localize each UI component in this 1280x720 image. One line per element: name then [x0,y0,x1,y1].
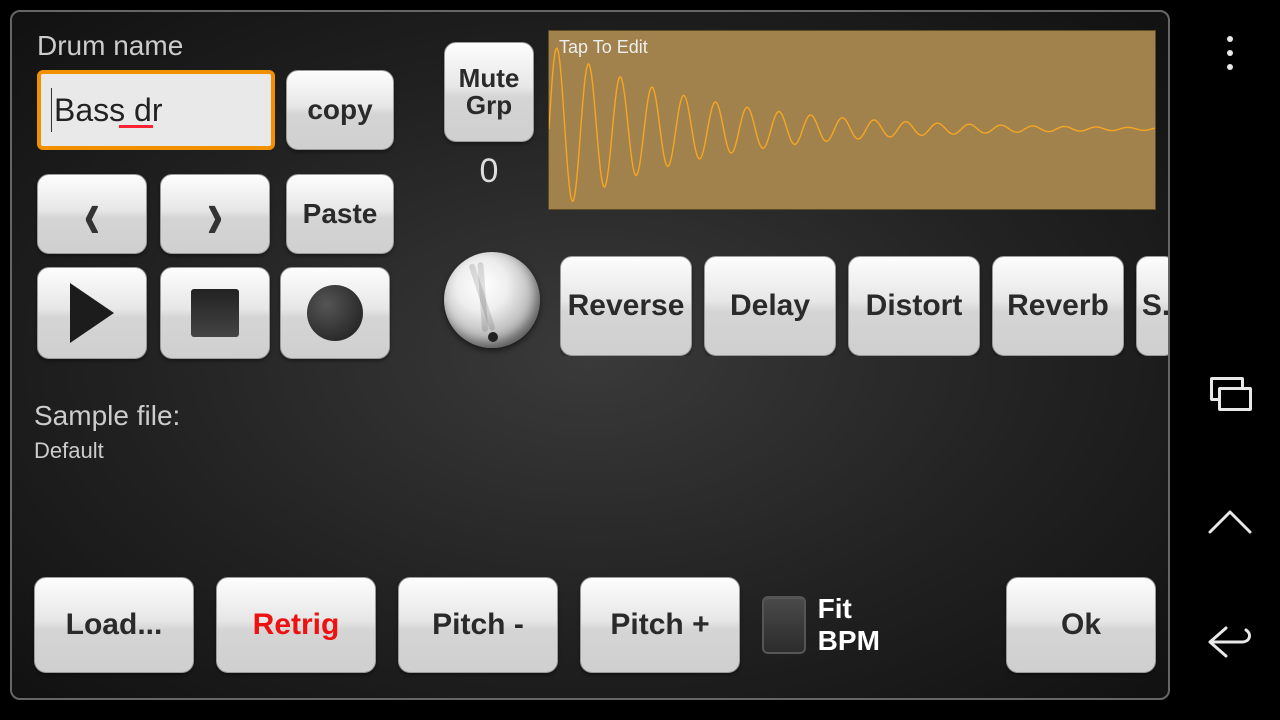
fx-reverse-button[interactable]: Reverse [560,256,692,356]
waveform-display[interactable]: Tap To Edit [548,30,1156,210]
sample-file-value: Default [34,438,104,464]
recents-button[interactable] [1207,370,1253,416]
back-button[interactable] [1206,624,1254,660]
fx-row: Reverse Delay Distort Reverb S. [560,256,1168,356]
fit-bpm-label: Fit BPM [818,593,895,657]
load-button[interactable]: Load... [34,577,194,673]
mute-group-button[interactable]: Mute Grp [444,42,534,142]
fit-bpm-checkbox[interactable] [762,596,806,654]
fit-bpm-control[interactable]: Fit BPM [762,593,894,657]
play-button[interactable] [37,267,147,359]
stop-icon [191,289,239,337]
overflow-menu-button[interactable] [1207,30,1253,76]
fx-distort-button[interactable]: Distort [848,256,980,356]
bottom-row: Load... Retrig Pitch - Pitch + Fit BPM O… [34,572,1156,678]
pitch-minus-button[interactable]: Pitch - [398,577,558,673]
drum-name-label: Drum name [37,30,183,62]
app-area: Drum name Bass dr copy Paste ‹ › Mute Gr… [0,0,1180,720]
stop-button[interactable] [160,267,270,359]
back-icon [1206,624,1254,660]
level-knob[interactable] [444,252,540,348]
drum-name-input[interactable]: Bass dr [37,70,275,150]
fx-more-button[interactable]: S. [1136,256,1168,356]
spellcheck-underline [119,125,153,128]
home-button[interactable] [1208,506,1252,534]
overflow-icon [1227,36,1233,70]
copy-button[interactable]: copy [286,70,394,150]
next-button[interactable]: › [160,174,270,254]
drum-editor-panel: Drum name Bass dr copy Paste ‹ › Mute Gr… [10,10,1170,700]
chevron-right-icon: › [207,173,224,254]
android-nav-bar [1180,0,1280,720]
fx-delay-button[interactable]: Delay [704,256,836,356]
record-icon [307,285,363,341]
recents-icon [1210,377,1250,409]
fx-reverb-button[interactable]: Reverb [992,256,1124,356]
sample-file-label: Sample file: [34,400,180,432]
waveform-icon [549,31,1155,209]
pitch-plus-button[interactable]: Pitch + [580,577,740,673]
play-icon [70,283,114,343]
paste-button[interactable]: Paste [286,174,394,254]
retrig-button[interactable]: Retrig [216,577,376,673]
record-button[interactable] [280,267,390,359]
mute-group-value: 0 [444,152,534,191]
ok-button[interactable]: Ok [1006,577,1156,673]
chevron-left-icon: ‹ [84,173,101,254]
prev-button[interactable]: ‹ [37,174,147,254]
home-icon [1208,506,1252,534]
